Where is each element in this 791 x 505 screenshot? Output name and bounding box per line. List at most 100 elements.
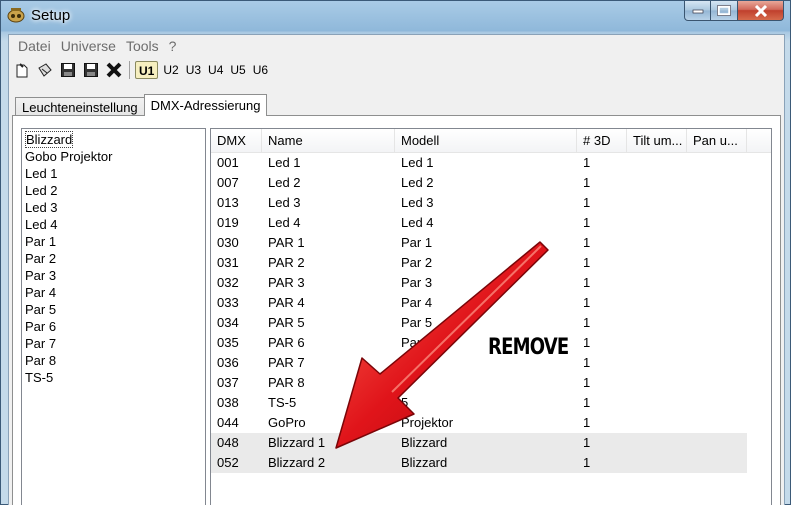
table-row[interactable]: 037 PAR 8 3 1 (211, 373, 771, 393)
title-bar[interactable]: Setup (1, 1, 790, 31)
dmx-cell: 032 (217, 275, 239, 290)
3d-cell: 1 (583, 295, 591, 310)
table-row[interactable]: 036 PAR 7 P 1 (211, 353, 771, 373)
menu-universe[interactable]: Universe (56, 38, 121, 54)
3d-cell: 1 (583, 335, 591, 350)
table-row[interactable]: 044 GoPro Projektor 1 (211, 413, 771, 433)
modell-cell: Par 3 (401, 275, 433, 290)
table-row[interactable]: 035 PAR 6 Par 6 1 (211, 333, 771, 353)
name-cell: Blizzard 2 (268, 455, 326, 470)
fixture-list-item[interactable]: Led 2 (25, 182, 202, 199)
save-as-button[interactable] (81, 60, 101, 80)
modell-cell: 5 (401, 395, 409, 410)
dmx-cell: 036 (217, 355, 239, 370)
3d-cell: 1 (583, 355, 591, 370)
fixture-list-item[interactable]: Par 8 (25, 352, 202, 369)
column-header-tilt[interactable]: Tilt um... (627, 129, 687, 153)
maximize-icon (717, 5, 731, 16)
fixture-list-item[interactable]: Par 5 (25, 301, 202, 318)
dmx-cell: 033 (217, 295, 239, 310)
fixture-list-item-label: Led 3 (25, 200, 58, 215)
table-row[interactable]: 007 Led 2 Led 2 1 (211, 173, 771, 193)
fixture-list-item[interactable]: Par 2 (25, 250, 202, 267)
table-row[interactable]: 001 Led 1 Led 1 1 (211, 153, 771, 173)
name-cell: Led 2 (268, 175, 301, 190)
menu-tools[interactable]: Tools (121, 38, 164, 54)
save-button[interactable] (58, 60, 78, 80)
table-body: 001 Led 1 Led 1 1 007 Led 2 Led 2 1 013 Led 3 Led … (211, 153, 771, 473)
dmx-cell: 038 (217, 395, 239, 410)
window-controls (684, 1, 784, 21)
fixture-list-item[interactable]: Led 3 (25, 199, 202, 216)
new-file-button[interactable] (12, 60, 32, 80)
modell-cell: Projektor (401, 415, 454, 430)
fixture-list-item[interactable]: Par 7 (25, 335, 202, 352)
fixture-list-item-label: Par 8 (25, 353, 57, 368)
fixture-list-item-label: Par 3 (25, 268, 57, 283)
fixture-list-item[interactable]: Par 3 (25, 267, 202, 284)
open-button[interactable] (35, 60, 55, 80)
tab-dmx-adressierung[interactable]: DMX-Adressierung (143, 94, 268, 116)
minimize-button[interactable] (684, 1, 711, 21)
dmx-cell: 031 (217, 255, 239, 270)
dmx-cell: 034 (217, 315, 239, 330)
fixture-list-item[interactable]: TS-5 (25, 369, 202, 386)
table-row[interactable]: 033 PAR 4 Par 4 1 (211, 293, 771, 313)
fixture-list-item[interactable]: Led 1 (25, 165, 202, 182)
maximize-button[interactable] (711, 1, 738, 21)
fixture-list-item[interactable]: Par 6 (25, 318, 202, 335)
column-header-3d[interactable]: # 3D (577, 129, 627, 153)
close-button[interactable] (738, 1, 784, 21)
table-header: DMX Name Modell # 3D Tilt um... Pan u... (211, 129, 771, 153)
fixture-list-item[interactable]: Gobo Projektor (25, 148, 202, 165)
table-row[interactable]: 038 TS-5 5 1 (211, 393, 771, 413)
table-row[interactable]: 048 Blizzard 1 Blizzard 1 (211, 433, 747, 453)
fixture-list-item-label: Par 1 (25, 234, 57, 249)
column-header-pan[interactable]: Pan u... (687, 129, 747, 153)
3d-cell: 1 (583, 435, 591, 450)
universe-u6-button[interactable]: U6 (251, 61, 270, 79)
fixture-list-item[interactable]: Par 4 (25, 284, 202, 301)
table-row[interactable]: 034 PAR 5 Par 5 1 (211, 313, 771, 333)
fixture-list-item[interactable]: Blizzard (25, 131, 202, 148)
name-cell: PAR 1 (268, 235, 305, 250)
menu-help[interactable]: ? (164, 38, 182, 54)
universe-u5-button[interactable]: U5 (228, 61, 247, 79)
modell-cell: Par 1 (401, 235, 433, 250)
name-cell: Led 3 (268, 195, 301, 210)
column-header-modell[interactable]: Modell (395, 129, 577, 153)
delete-button[interactable] (104, 60, 124, 80)
universe-u4-button[interactable]: U4 (206, 61, 225, 79)
modell-cell: Led 4 (401, 215, 434, 230)
save-icon (61, 63, 75, 77)
universe-u2-button[interactable]: U2 (161, 61, 180, 79)
table-row[interactable]: 013 Led 3 Led 3 1 (211, 193, 771, 213)
new-file-icon (16, 63, 28, 78)
tab-leuchteneinstellung[interactable]: Leuchteneinstellung (15, 97, 145, 116)
table-row[interactable]: 032 PAR 3 Par 3 1 (211, 273, 771, 293)
tab-strip: Leuchteneinstellung DMX-Adressierung (15, 94, 268, 116)
fixture-list-item-label: Gobo Projektor (25, 149, 113, 164)
app-icon (7, 7, 25, 23)
table-row[interactable]: 030 PAR 1 Par 1 1 (211, 233, 771, 253)
3d-cell: 1 (583, 255, 591, 270)
dmx-cell: 019 (217, 215, 239, 230)
universe-u3-button[interactable]: U3 (184, 61, 203, 79)
fixture-list-item-label: Par 2 (25, 251, 57, 266)
fixture-list-item[interactable]: Led 4 (25, 216, 202, 233)
fixture-list[interactable]: Blizzard Gobo Projektor Led 1 Led 2 Led 3 Led… (21, 128, 206, 505)
table-row[interactable]: 031 PAR 2 Par 2 1 (211, 253, 771, 273)
setup-window: Setup Datei Universe Tools ? U1 U2 U3 U4… (0, 0, 791, 505)
column-header-name[interactable]: Name (262, 129, 395, 153)
fixture-list-item[interactable]: Par 1 (25, 233, 202, 250)
menu-datei[interactable]: Datei (13, 38, 56, 54)
fixture-list-item-label: Par 6 (25, 319, 57, 334)
table-row[interactable]: 052 Blizzard 2 Blizzard 1 (211, 453, 747, 473)
universe-u1-button[interactable]: U1 (135, 61, 159, 79)
save-as-icon (84, 63, 98, 77)
fixture-list-item-label: Led 1 (25, 166, 58, 181)
column-header-dmx[interactable]: DMX (211, 129, 262, 153)
dmx-cell: 048 (217, 435, 239, 450)
delete-icon (106, 62, 122, 78)
table-row[interactable]: 019 Led 4 Led 4 1 (211, 213, 771, 233)
